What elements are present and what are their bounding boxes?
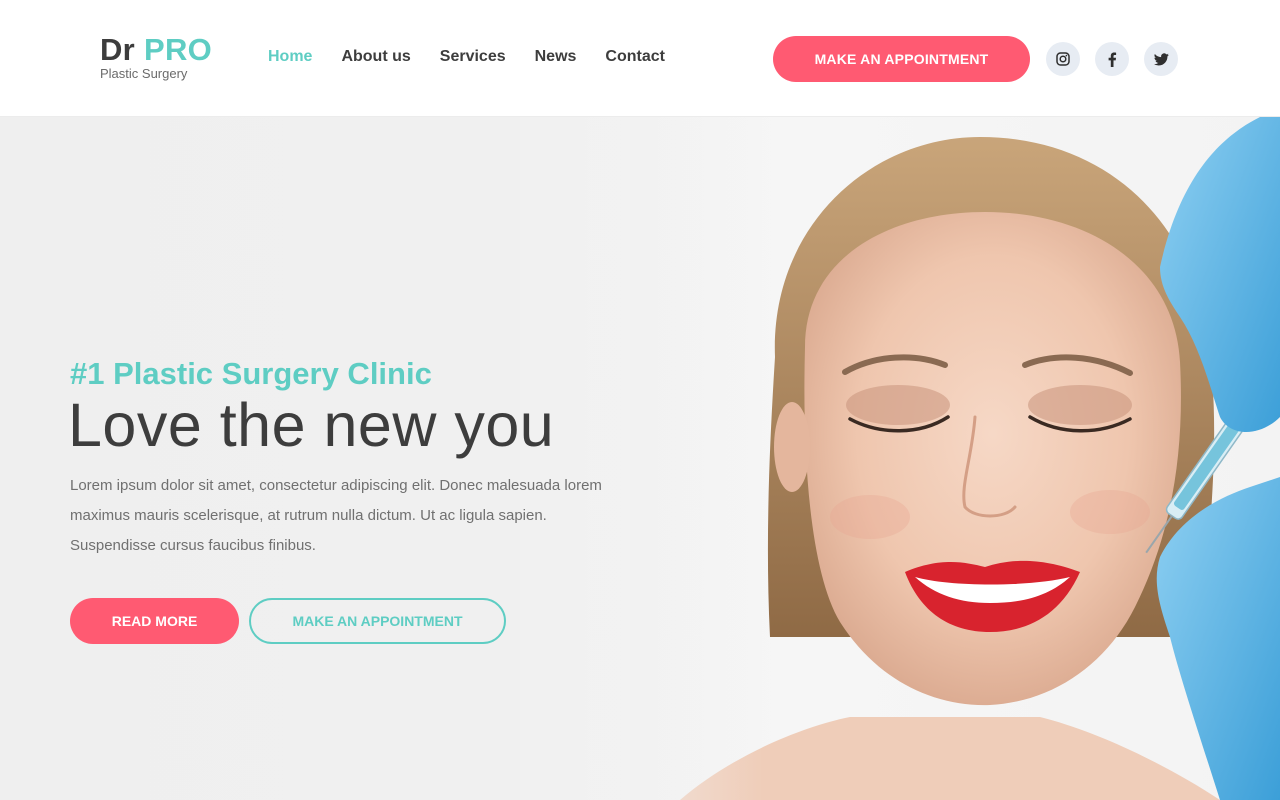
nav-item-home[interactable]: Home — [268, 47, 312, 67]
nav-item-news[interactable]: News — [535, 47, 577, 67]
site-header: Dr PRO Plastic Surgery Home About us Ser… — [0, 0, 1280, 117]
logo-tagline: Plastic Surgery — [100, 66, 188, 81]
instagram-link[interactable] — [1046, 42, 1080, 76]
logo-dr: Dr — [100, 32, 136, 67]
hero-section: #1 Plastic Surgery Clinic Love the new y… — [0, 117, 1280, 800]
nav-item-contact[interactable]: Contact — [605, 47, 665, 67]
nav-item-about[interactable]: About us — [341, 47, 410, 67]
logo-pro: PRO — [143, 32, 213, 67]
logo-title: Dr PRO — [100, 33, 212, 67]
facebook-icon — [1107, 52, 1117, 67]
twitter-link[interactable] — [1144, 42, 1178, 76]
nav-item-services[interactable]: Services — [440, 47, 506, 67]
main-nav: Home About us Services News Contact — [268, 47, 694, 67]
hero-photo — [520, 117, 1280, 800]
read-more-button[interactable]: READ MORE — [70, 598, 239, 644]
hero-appointment-button[interactable]: MAKE AN APPOINTMENT — [249, 598, 506, 644]
hero-headline: Love the new you — [68, 391, 555, 459]
header-appointment-button[interactable]: MAKE AN APPOINTMENT — [773, 36, 1030, 82]
hero-description: Lorem ipsum dolor sit amet, consectetur … — [70, 477, 602, 554]
logo[interactable]: Dr PRO Plastic Surgery — [100, 33, 212, 81]
instagram-icon — [1056, 52, 1070, 66]
twitter-icon — [1153, 52, 1169, 66]
facebook-link[interactable] — [1095, 42, 1129, 76]
hero-kicker: #1 Plastic Surgery Clinic — [70, 356, 432, 391]
